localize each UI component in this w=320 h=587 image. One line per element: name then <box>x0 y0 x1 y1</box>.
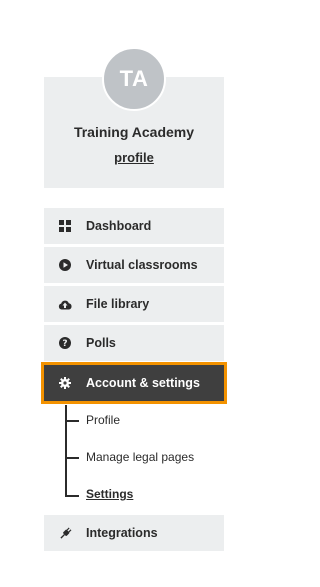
grid-icon <box>58 219 72 233</box>
menu-item-label: Integrations <box>86 526 158 540</box>
plug-icon <box>58 526 72 540</box>
submenu-tick <box>65 457 79 459</box>
menu-item-label: File library <box>86 297 150 311</box>
submenu-item-manage-legal-pages[interactable]: Manage legal pages <box>86 450 194 464</box>
organization-name: Training Academy <box>73 124 195 140</box>
menu-item-account-settings[interactable]: Account & settings <box>41 362 227 404</box>
question-circle-icon: ? <box>58 336 72 350</box>
svg-text:?: ? <box>62 339 67 349</box>
avatar[interactable]: TA <box>102 47 166 111</box>
gear-icon <box>58 376 72 390</box>
menu-item-label: Dashboard <box>86 219 152 233</box>
cloud-upload-icon <box>58 297 72 311</box>
menu-item-virtual-classrooms[interactable]: Virtual classrooms <box>44 247 224 283</box>
play-circle-icon <box>58 258 72 272</box>
submenu-item-settings[interactable]: Settings <box>86 487 133 501</box>
submenu-tick <box>65 495 79 497</box>
menu-item-label: Account & settings <box>86 376 200 390</box>
menu-item-integrations[interactable]: Integrations <box>44 515 224 551</box>
menu-item-label: Polls <box>86 336 116 350</box>
profile-link[interactable]: profile <box>44 150 224 165</box>
menu-item-polls[interactable]: ? Polls <box>44 325 224 361</box>
submenu-tick <box>65 420 79 422</box>
submenu-item-profile[interactable]: Profile <box>86 413 120 427</box>
menu-item-label: Virtual classrooms <box>86 258 198 272</box>
menu-item-file-library[interactable]: File library <box>44 286 224 322</box>
menu-item-dashboard[interactable]: Dashboard <box>44 208 224 244</box>
submenu-tree-line <box>65 405 67 497</box>
